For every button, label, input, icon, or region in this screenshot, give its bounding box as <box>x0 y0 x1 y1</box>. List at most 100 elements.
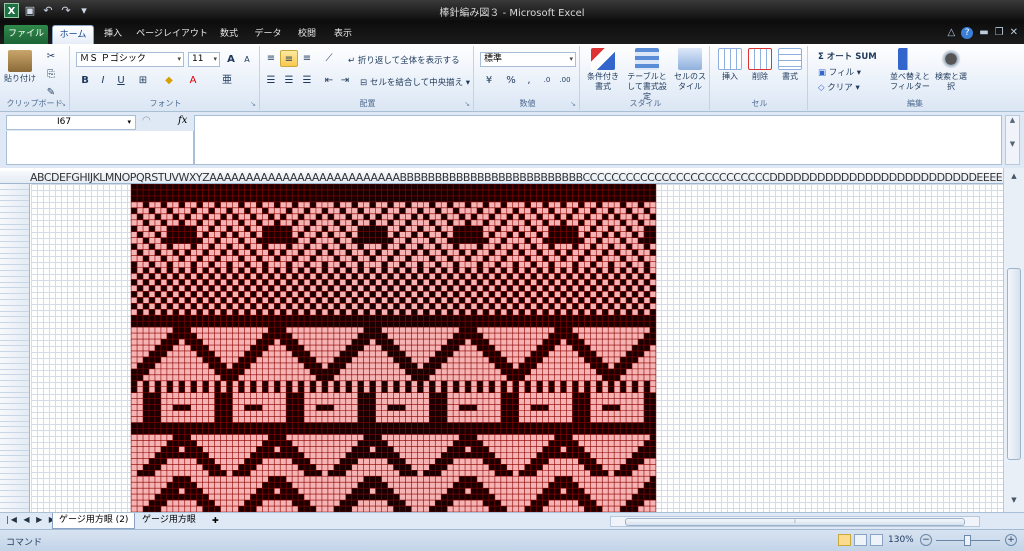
status-bar: コマンド 130% − + <box>0 529 1024 551</box>
zoom-in-icon[interactable]: + <box>1005 534 1017 546</box>
tab-home[interactable]: ホーム <box>52 25 94 44</box>
name-box[interactable]: I67 ▾ <box>6 115 136 130</box>
window-title: 棒針編み図３ - Microsoft Excel <box>439 8 585 19</box>
tab-review[interactable]: 校閲 <box>292 25 322 44</box>
align-center-icon[interactable]: ☰ <box>280 72 298 89</box>
bold-button[interactable]: B <box>76 72 94 89</box>
font-size-select[interactable]: 11 ▾ <box>188 52 220 67</box>
wrap-text-button[interactable]: ↵ 折り返して全体を表示する <box>348 54 460 66</box>
minimize-ribbon-icon[interactable]: △ <box>947 27 955 39</box>
function-circle-icon[interactable]: ◠ <box>142 115 151 126</box>
group-alignment: ≡ ≡ ≡ ⟋ ↵ 折り返して全体を表示する ☰ ☰ ☰ ⇤ ⇥ ⊟ セルを結合… <box>262 46 474 110</box>
sheet-tab-gauge[interactable]: ゲージ用方眼 <box>136 513 202 529</box>
delete-cells-button[interactable]: 削除 <box>746 48 774 82</box>
autosum-button[interactable]: Σ オート SUM <box>818 50 877 62</box>
orientation-icon[interactable]: ⟋ <box>320 50 338 67</box>
row-headers[interactable] <box>0 184 30 512</box>
align-top-icon[interactable]: ≡ <box>262 50 280 67</box>
comma-button[interactable]: , <box>520 72 538 89</box>
format-as-table-button[interactable]: テーブルとして書式設定 <box>624 48 670 102</box>
font-color-icon[interactable]: A <box>184 72 202 89</box>
page-break-view-icon[interactable] <box>870 534 883 546</box>
horizontal-scrollbar[interactable]: ⁞ <box>610 516 980 527</box>
tab-formulas[interactable]: 数式 <box>214 25 244 44</box>
align-bottom-icon[interactable]: ≡ <box>298 50 316 67</box>
insert-sheet-icon[interactable]: ✚ <box>206 513 225 529</box>
fill-color-icon[interactable]: ◆ <box>160 72 178 89</box>
align-left-icon[interactable]: ☰ <box>262 72 280 89</box>
merge-icon: ⊟ <box>360 78 368 88</box>
underline-button[interactable]: U <box>112 72 130 89</box>
help-icon[interactable]: ? <box>961 27 974 39</box>
formula-bar-expand[interactable]: ▲ ▼ <box>1005 115 1020 165</box>
zoom-out-icon[interactable]: − <box>920 534 932 546</box>
number-launcher-icon[interactable]: ↘ <box>570 100 576 108</box>
number-group-label: 数値 <box>519 99 536 108</box>
group-font: ＭＳ Ｐゴシック ▾ 11 ▾ A A B I U ⊞ ◆ A 亜 フォント ↘ <box>72 46 260 110</box>
tab-file[interactable]: ファイル <box>4 25 48 44</box>
find-select-button[interactable]: 検索と選択 <box>934 48 968 92</box>
insert-function-icon[interactable]: fx <box>178 115 187 126</box>
number-format-select[interactable]: 標準 ▾ <box>480 52 576 67</box>
cut-icon[interactable]: ✂ <box>42 48 60 65</box>
name-box-dropdown-icon: ▾ <box>127 118 131 126</box>
copy-icon[interactable]: ⎘ <box>42 66 60 83</box>
ribbon-tabs: ファイル ホーム 挿入 ページレイアウト 数式 データ 校閲 表示 △ ? ▬ … <box>0 22 1024 44</box>
shrink-font-button[interactable]: A <box>238 51 256 68</box>
row-header[interactable] <box>0 503 29 509</box>
decrease-decimal-button[interactable]: .00 <box>556 72 574 89</box>
horizontal-scroll-thumb[interactable]: ⁞ <box>625 518 965 526</box>
clipboard-launcher-icon[interactable]: ↘ <box>60 100 66 108</box>
phonetic-icon[interactable]: 亜 <box>218 72 236 89</box>
column-headers[interactable]: ABCDEFGHIJKLMNOPQRSTUVWXYZAAAAAAAAAAAAAA… <box>0 171 1003 184</box>
increase-decimal-button[interactable]: .0 <box>538 72 556 89</box>
page-layout-view-icon[interactable] <box>854 534 867 546</box>
clipboard-group-label: クリップボード <box>6 99 63 108</box>
tab-insert[interactable]: 挿入 <box>98 25 128 44</box>
font-name-select[interactable]: ＭＳ Ｐゴシック ▾ <box>76 52 184 67</box>
borders-icon[interactable]: ⊞ <box>134 72 152 89</box>
sort-filter-icon <box>898 48 922 70</box>
knitting-chart-pattern[interactable] <box>130 184 657 512</box>
window-controls: △ ? ▬ ❐ ✕ <box>947 27 1018 39</box>
percent-button[interactable]: % <box>502 72 520 89</box>
wrap-text-icon: ↵ <box>348 56 356 66</box>
restore-icon[interactable]: ❐ <box>995 27 1004 39</box>
vertical-scroll-thumb[interactable] <box>1007 268 1021 460</box>
close-icon[interactable]: ✕ <box>1010 27 1018 39</box>
tab-page-layout[interactable]: ページレイアウト <box>134 25 210 44</box>
normal-view-icon[interactable] <box>838 534 851 546</box>
merge-center-button[interactable]: ⊟ セルを結合して中央揃え ▾ <box>360 76 470 88</box>
increase-indent-icon[interactable]: ⇥ <box>336 72 354 89</box>
zoom-level[interactable]: 130% <box>888 535 914 545</box>
cell-styles-button[interactable]: セルのスタイル <box>672 48 708 92</box>
clear-button[interactable]: ◇ クリア ▾ <box>818 81 860 93</box>
insert-cells-button[interactable]: 挿入 <box>716 48 744 82</box>
paste-button[interactable]: 貼り付け <box>4 50 36 84</box>
fill-button[interactable]: ▣ フィル ▾ <box>818 66 861 78</box>
italic-button[interactable]: I <box>94 72 112 89</box>
insert-cells-icon <box>718 48 742 70</box>
format-cells-button[interactable]: 書式 <box>776 48 804 82</box>
align-middle-icon[interactable]: ≡ <box>280 50 298 67</box>
minimize-icon[interactable]: ▬ <box>979 27 988 39</box>
formula-input[interactable] <box>194 115 1002 165</box>
sheet-tab-gauge-2[interactable]: ゲージ用方眼 (2) <box>52 513 136 529</box>
sort-filter-button[interactable]: 並べ替えとフィルター <box>888 48 932 92</box>
currency-icon[interactable]: ¥ <box>480 72 498 89</box>
formula-bar: I67 ▾ ◠ fx ▲ ▼ <box>0 112 1024 168</box>
font-launcher-icon[interactable]: ↘ <box>250 100 256 108</box>
scroll-up-icon[interactable]: ▲ <box>1007 172 1021 184</box>
zoom-slider-thumb[interactable] <box>964 535 971 546</box>
vertical-scrollbar[interactable]: ▲ ▼ <box>1003 168 1024 512</box>
align-right-icon[interactable]: ☰ <box>298 72 316 89</box>
conditional-format-button[interactable]: 条件付き書式 <box>584 48 622 92</box>
tab-data[interactable]: データ <box>250 25 286 44</box>
title-bar: X ▣ ↶ ↷ ▾ 棒針編み図３ - Microsoft Excel <box>0 0 1024 22</box>
group-clipboard: 貼り付け ✂ ⎘ ✎ クリップボード ↘ <box>0 46 70 110</box>
conditional-format-icon <box>591 48 615 70</box>
tab-view[interactable]: 表示 <box>328 25 358 44</box>
alignment-launcher-icon[interactable]: ↘ <box>464 100 470 108</box>
delete-cells-icon <box>748 48 772 70</box>
scroll-down-icon[interactable]: ▼ <box>1007 496 1021 508</box>
